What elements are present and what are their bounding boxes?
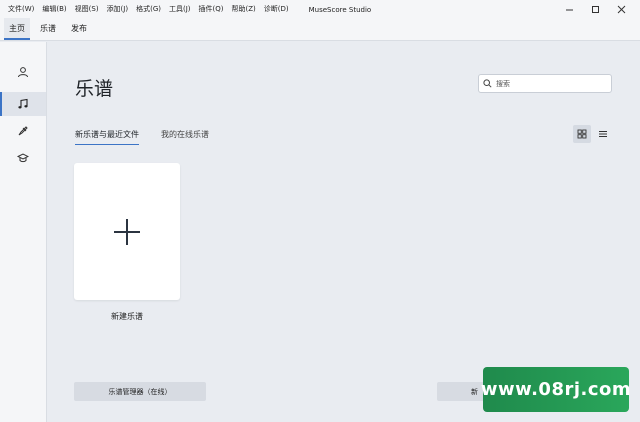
watermark: www.08rj.com (481, 367, 631, 412)
sidebar-item-learn[interactable] (0, 146, 46, 170)
menu-plugins[interactable]: 插件(Q) (195, 0, 228, 19)
maximize-button[interactable] (582, 0, 608, 19)
plus-icon (114, 218, 140, 245)
score-manager-online-button[interactable]: 乐谱管理器（在线） (74, 382, 206, 401)
grid-view-button[interactable] (573, 125, 591, 143)
app-title: MuseScore Studio (308, 5, 372, 14)
plugins-icon (18, 126, 28, 136)
search-input[interactable] (496, 79, 606, 88)
menu-bar: 文件(W) 编辑(B) 视图(S) 添加(J) 格式(G) 工具(J) 插件(Q… (0, 0, 293, 19)
minimize-icon (565, 9, 573, 11)
menu-tools[interactable]: 工具(J) (165, 0, 195, 19)
subtab-my-online-scores[interactable]: 我的在线乐谱 (161, 129, 209, 145)
sidebar-item-account[interactable] (0, 60, 46, 84)
maximize-icon (591, 6, 599, 13)
search-box[interactable] (478, 74, 612, 93)
window-controls (556, 0, 634, 19)
score-subtabs: 新乐谱与最近文件 我的在线乐谱 (75, 129, 231, 145)
scores-page: 乐谱 新乐谱与最近文件 我的在线乐谱 新建乐谱 乐谱管理器（在 (47, 42, 640, 422)
close-icon (617, 5, 625, 14)
search-icon (483, 79, 492, 88)
minimize-button[interactable] (556, 0, 582, 19)
page-title: 乐谱 (75, 78, 114, 100)
subtab-new-and-recent[interactable]: 新乐谱与最近文件 (75, 129, 139, 145)
menu-view[interactable]: 视图(S) (71, 0, 103, 19)
sidebar-item-plugins[interactable] (0, 119, 46, 143)
menu-diagnostic[interactable]: 诊断(D) (260, 0, 293, 19)
tab-scores[interactable]: 乐谱 (35, 18, 61, 40)
close-button[interactable] (608, 0, 634, 19)
main-tab-bar: 主页 乐谱 发布 (0, 18, 640, 41)
title-bar: 文件(W) 编辑(B) 视图(S) 添加(J) 格式(G) 工具(J) 插件(Q… (0, 0, 640, 19)
account-icon (18, 67, 28, 78)
new-score-card[interactable] (74, 163, 180, 300)
music-note-icon (18, 98, 28, 109)
menu-edit[interactable]: 编辑(B) (38, 0, 70, 19)
menu-file[interactable]: 文件(W) (4, 0, 38, 19)
learn-icon (17, 153, 29, 163)
menu-format[interactable]: 格式(G) (132, 0, 165, 19)
sidebar-item-scores[interactable] (0, 92, 46, 116)
home-sidebar (0, 42, 47, 422)
menu-help[interactable]: 帮助(Z) (228, 0, 260, 19)
grid-view-icon (577, 129, 587, 139)
tab-home[interactable]: 主页 (4, 18, 30, 40)
list-view-button[interactable] (594, 125, 612, 143)
menu-add[interactable]: 添加(J) (103, 0, 133, 19)
list-view-icon (599, 131, 607, 137)
new-score-label: 新建乐谱 (111, 312, 143, 321)
tab-publish[interactable]: 发布 (66, 18, 92, 40)
